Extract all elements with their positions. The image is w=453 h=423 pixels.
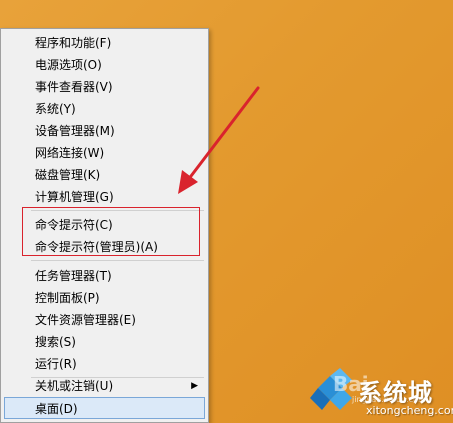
watermark-brand: 系统城 — [358, 379, 433, 407]
watermark-url: xitongcheng.com — [366, 404, 453, 417]
